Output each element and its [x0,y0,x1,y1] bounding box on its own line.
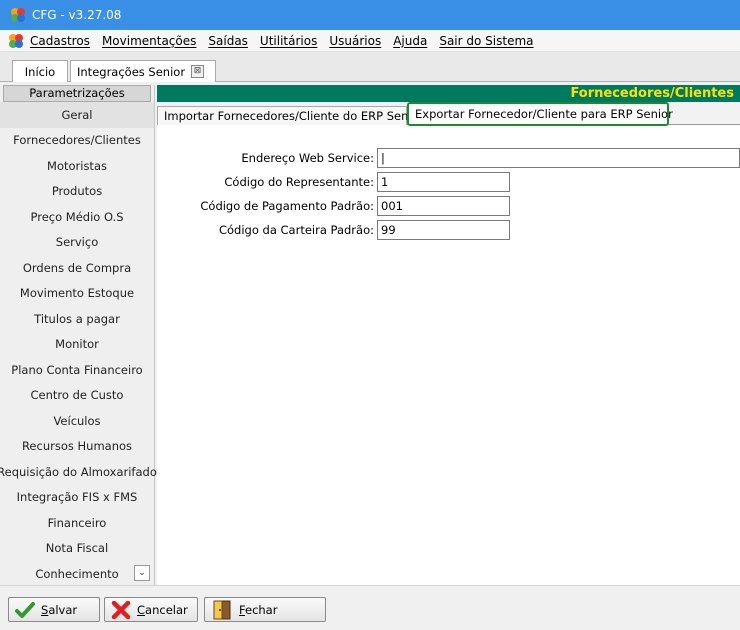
sidebar-scroll-down-icon[interactable]: ⌄ [134,565,150,581]
sidebar-item-conhecimento[interactable]: Conhecimento [0,561,154,587]
app-menu-icon[interactable] [8,33,24,49]
footer-toolbar: Salvar Cancelar Fechar [0,585,740,630]
sidebar-item-preco-medio[interactable]: Preço Médio O.S [0,204,154,230]
sidebar-item-geral[interactable]: Geral [0,102,154,128]
sidebar-item-monitor[interactable]: Monitor [0,332,154,358]
menu-utilitarios[interactable]: Utilitários [260,34,317,48]
cancel-x-icon [111,600,131,619]
sidebar-item-titulos-pagar[interactable]: Titulos a pagar [0,306,154,332]
close-button[interactable]: Fechar [204,597,326,622]
tab-exportar[interactable]: Exportar Fornecedor/Cliente para ERP Sen… [407,102,673,126]
form-row-representante: Código do Representante: 1 [157,172,510,192]
window-title: CFG - v3.27.08 [32,8,122,22]
menu-usuarios[interactable]: Usuários [329,34,381,48]
sidebar-item-motoristas[interactable]: Motoristas [0,153,154,179]
menu-sair[interactable]: Sair do Sistema [439,34,533,48]
section-banner: Fornecedores/Clientes [157,85,740,102]
sidebar-item-servico[interactable]: Serviço [0,230,154,256]
tab-exportar-label: Exportar Fornecedor/Cliente para ERP Sen… [415,107,673,121]
subtab-strip: Importar Fornecedores/Cliente do ERP Sen… [157,102,740,126]
sidebar-header: Parametrizações [3,85,151,102]
exit-door-icon [213,600,231,619]
carteira-label: Código da Carteira Padrão: [218,223,374,237]
save-button[interactable]: Salvar [8,597,100,622]
sidebar-item-fornecedores-clientes[interactable]: Fornecedores/Clientes [0,128,154,154]
web-service-label: Endereço Web Service: [241,151,374,165]
sidebar-item-ordens-compra[interactable]: Ordens de Compra [0,255,154,281]
sidebar-item-movimento-estoque[interactable]: Movimento Estoque [0,281,154,307]
web-service-input[interactable]: | [377,148,740,168]
sidebar: Parametrizações Geral Fornecedores/Clien… [0,85,157,587]
menu-cadastros[interactable]: Cadastros [30,34,90,48]
window-titlebar: CFG - v3.27.08 [0,0,740,30]
form-row-carteira: Código da Carteira Padrão: 99 [157,220,510,240]
pagamento-input[interactable]: 001 [377,196,510,216]
sidebar-item-financeiro[interactable]: Financeiro [0,510,154,536]
sidebar-item-produtos[interactable]: Produtos [0,179,154,205]
representante-input[interactable]: 1 [377,172,510,192]
cancel-label: Cancelar [137,602,188,617]
tab-importar-label: Importar Fornecedores/Cliente do ERP Sen… [164,109,424,123]
menu-saidas[interactable]: Saídas [208,34,248,48]
save-label: Salvar [41,602,78,617]
close-tab-icon[interactable]: ⊠ [191,65,205,78]
menu-bar: Cadastros Movimentações Saídas Utilitári… [0,30,740,52]
form-row-web-service: Endereço Web Service: | [157,148,740,168]
tab-integracoes-senior[interactable]: Integrações Senior ⊠ [70,60,216,82]
tab-importar[interactable]: Importar Fornecedores/Cliente do ERP Sen… [157,106,423,125]
cancel-button[interactable]: Cancelar [104,597,198,622]
sidebar-item-recursos-humanos[interactable]: Recursos Humanos [0,434,154,460]
sidebar-item-plano-conta[interactable]: Plano Conta Financeiro [0,357,154,383]
sidebar-item-nota-fiscal[interactable]: Nota Fiscal [0,536,154,562]
pagamento-label: Código de Pagamento Padrão: [200,199,374,213]
tab-inicio[interactable]: Início [12,60,68,82]
tab-integracoes-label: Integrações Senior [77,64,186,79]
sidebar-item-veiculos[interactable]: Veículos [0,408,154,434]
close-label: Fechar [239,602,278,617]
checkmark-icon [15,601,35,618]
representante-label: Código do Representante: [224,175,374,189]
sidebar-item-integracao-fis-fms[interactable]: Integração FIS x FMS [0,485,154,511]
sidebar-item-requisicao-almoxarifado[interactable]: Requisição do Almoxarifado [0,459,157,485]
menu-ajuda[interactable]: Ajuda [393,34,427,48]
document-tabstrip: Início Integrações Senior ⊠ [0,52,740,82]
form-row-pagamento: Código de Pagamento Padrão: 001 [157,196,510,216]
carteira-input[interactable]: 99 [377,220,510,240]
main-panel: Fornecedores/Clientes Importar Fornecedo… [157,85,740,585]
menu-movimentacoes[interactable]: Movimentações [102,34,196,48]
tab-inicio-label: Início [24,64,56,79]
sidebar-item-centro-custo[interactable]: Centro de Custo [0,383,154,409]
app-logo-icon [11,8,25,22]
